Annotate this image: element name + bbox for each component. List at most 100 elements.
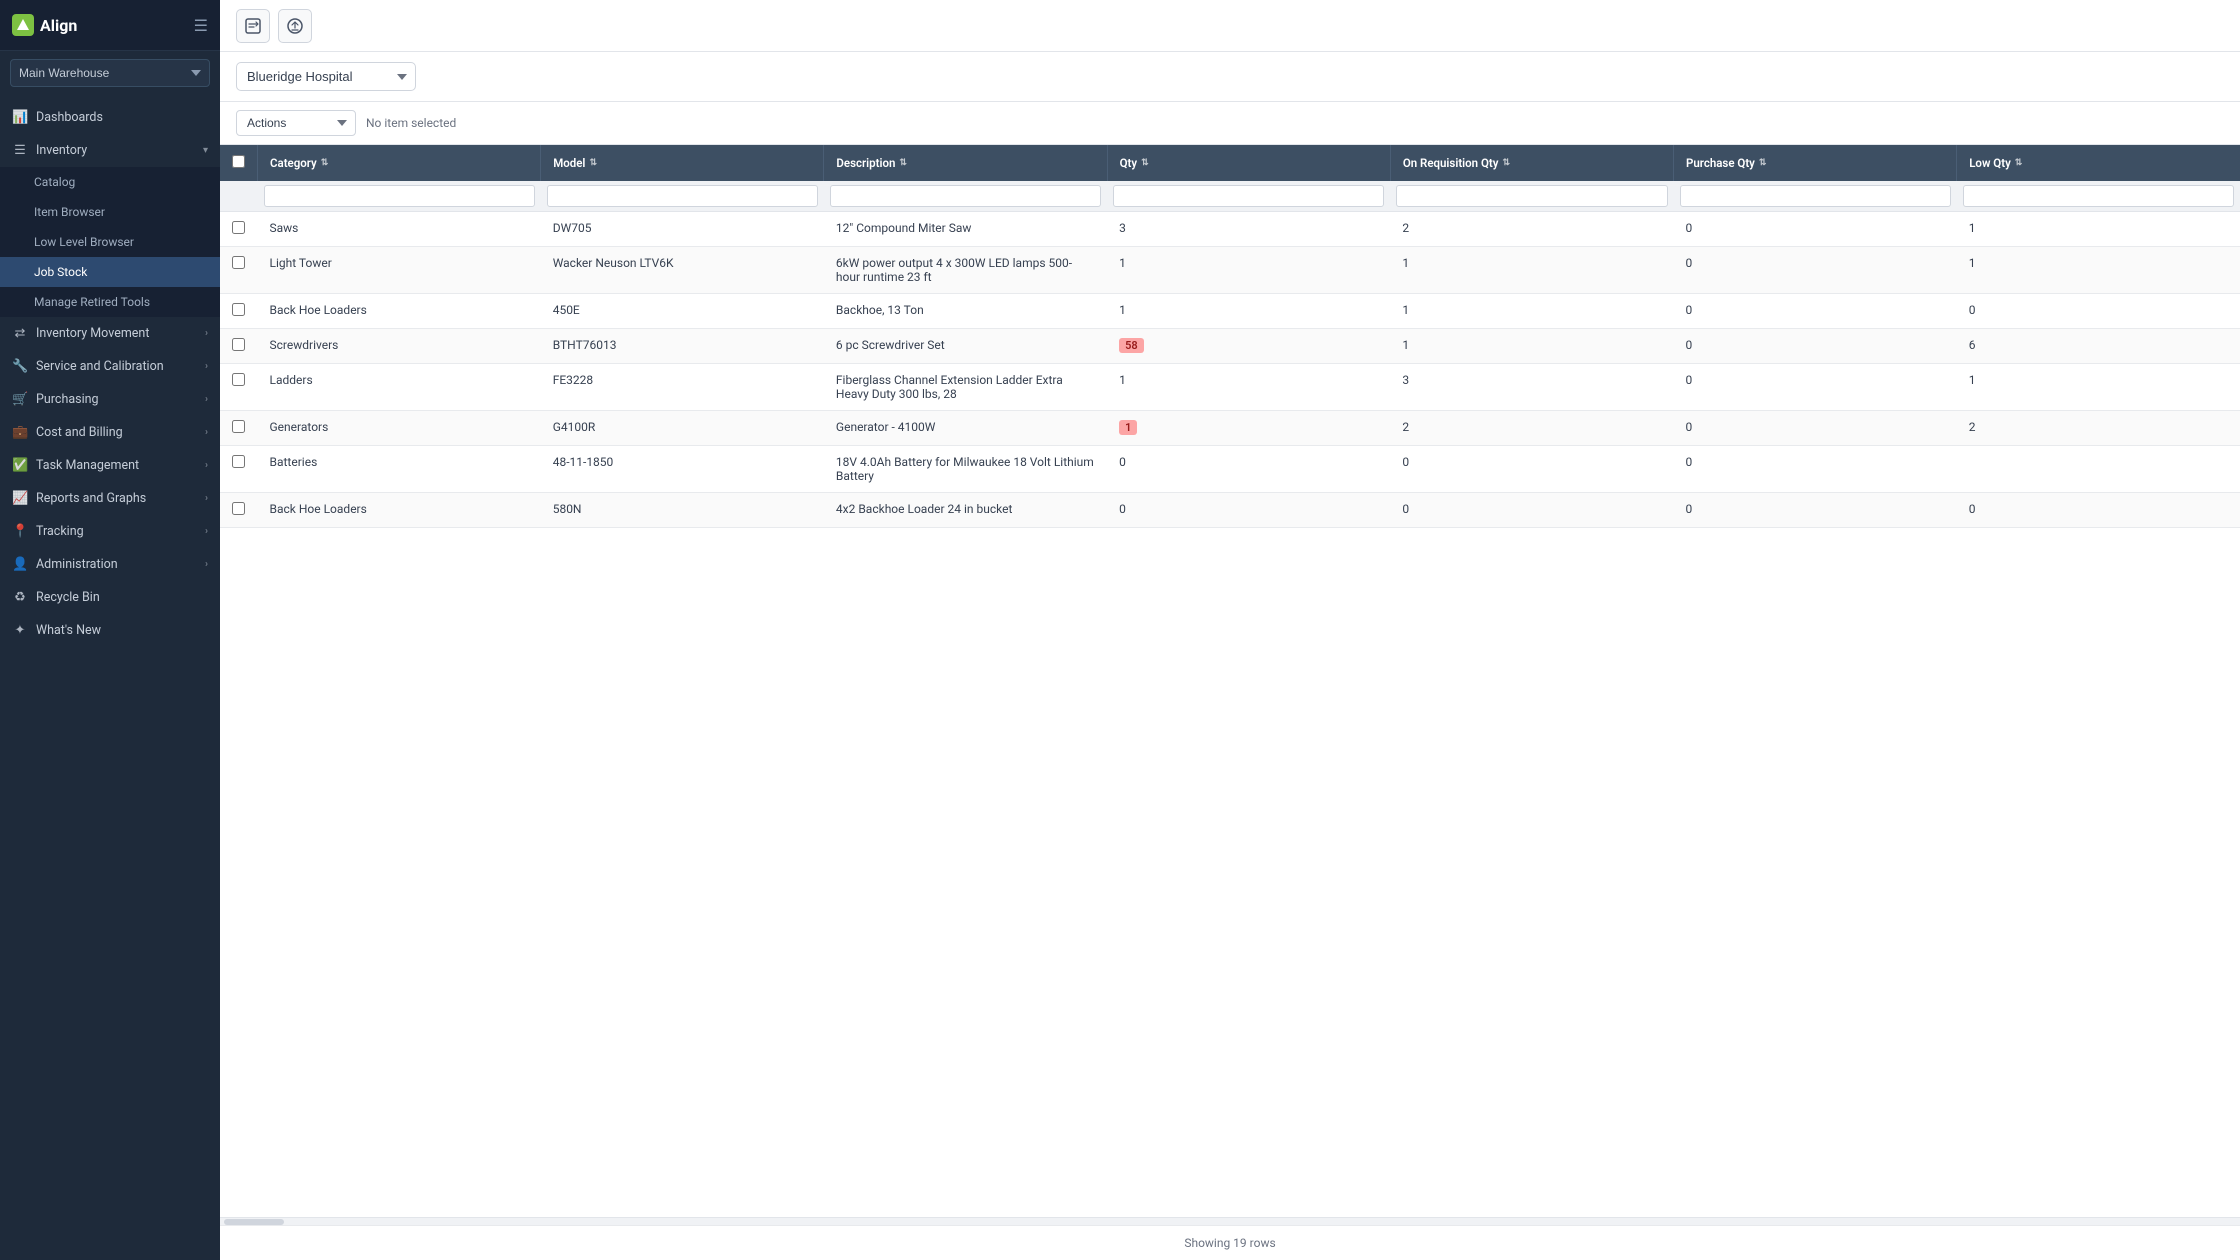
row-checkbox[interactable] <box>232 303 245 316</box>
row-qty: 3 <box>1107 212 1390 247</box>
sidebar-item-administration[interactable]: 👤 Administration › <box>0 548 220 581</box>
logo-icon <box>12 14 34 36</box>
inventory-icon: ☰ <box>12 143 28 158</box>
top-toolbar <box>220 0 2240 52</box>
row-purchase-qty: 0 <box>1674 329 1957 364</box>
on-req-qty-col-label: On Requisition Qty <box>1403 156 1499 170</box>
low-qty-sort-icon: ⇅ <box>2015 158 2023 168</box>
row-checkbox[interactable] <box>232 221 245 234</box>
cost-billing-icon: 💼 <box>12 425 28 440</box>
row-checkbox[interactable] <box>232 373 245 386</box>
sidebar-item-task-management[interactable]: ✅ Task Management › <box>0 449 220 482</box>
qty-value: 1 <box>1119 373 1126 387</box>
filter-model-cell[interactable] <box>541 181 824 212</box>
row-description: 6kW power output 4 x 300W LED lamps 500-… <box>824 247 1107 294</box>
row-description: 4x2 Backhoe Loader 24 in bucket <box>824 493 1107 528</box>
row-description: Backhoe, 13 Ton <box>824 294 1107 329</box>
filter-qty-cell[interactable] <box>1107 181 1390 212</box>
actions-select[interactable]: Actions <box>236 110 356 136</box>
sidebar-item-catalog[interactable]: Catalog <box>0 167 220 197</box>
row-checkbox-cell[interactable] <box>220 212 258 247</box>
row-checkbox[interactable] <box>232 420 245 433</box>
category-col-label: Category <box>270 156 317 170</box>
reports-icon: 📈 <box>12 491 28 506</box>
location-select[interactable]: Blueridge Hospital <box>236 62 416 91</box>
row-purchase-qty: 0 <box>1674 493 1957 528</box>
sidebar-item-purchasing[interactable]: 🛒 Purchasing › <box>0 383 220 416</box>
filter-purchase-input[interactable] <box>1680 185 1951 207</box>
table-body: Saws DW705 12" Compound Miter Saw 3 2 0 … <box>220 212 2240 528</box>
select-all-checkbox[interactable] <box>232 155 245 168</box>
th-description[interactable]: Description ⇅ <box>824 145 1107 181</box>
hamburger-icon[interactable]: ☰ <box>194 16 208 35</box>
horizontal-scrollbar[interactable] <box>220 1217 2240 1225</box>
sidebar-item-service-calibration[interactable]: 🔧 Service and Calibration › <box>0 350 220 383</box>
row-model: 48-11-1850 <box>541 446 824 493</box>
row-low-qty: 1 <box>1957 364 2240 411</box>
filter-category-cell[interactable] <box>258 181 541 212</box>
row-checkbox[interactable] <box>232 455 245 468</box>
row-low-qty: 1 <box>1957 247 2240 294</box>
qty-col-label: Qty <box>1120 156 1138 170</box>
sidebar-item-recycle-bin[interactable]: ♻ Recycle Bin <box>0 581 220 614</box>
th-on-req-qty[interactable]: On Requisition Qty ⇅ <box>1390 145 1673 181</box>
export-btn[interactable] <box>236 9 270 43</box>
filter-category-input[interactable] <box>264 185 535 207</box>
filter-on-req-cell[interactable] <box>1390 181 1673 212</box>
purchase-qty-col-label: Purchase Qty <box>1686 156 1755 170</box>
sidebar-item-low-level-browser[interactable]: Low Level Browser <box>0 227 220 257</box>
row-category: Back Hoe Loaders <box>258 493 541 528</box>
row-model: BTHT76013 <box>541 329 824 364</box>
service-icon: 🔧 <box>12 359 28 374</box>
row-checkbox-cell[interactable] <box>220 446 258 493</box>
row-checkbox-cell[interactable] <box>220 329 258 364</box>
filter-low-qty-input[interactable] <box>1963 185 2234 207</box>
category-sort-icon: ⇅ <box>321 158 329 168</box>
tracking-label: Tracking <box>36 524 84 539</box>
sidebar-nav: 📊 Dashboards ☰ Inventory ▾ Catalog Item … <box>0 95 220 1260</box>
service-chevron: › <box>205 361 208 372</box>
row-checkbox[interactable] <box>232 256 245 269</box>
filter-model-input[interactable] <box>547 185 818 207</box>
upload-btn[interactable] <box>278 9 312 43</box>
row-checkbox-cell[interactable] <box>220 493 258 528</box>
filter-qty-input[interactable] <box>1113 185 1384 207</box>
row-description: Generator - 4100W <box>824 411 1107 446</box>
select-all-header[interactable] <box>220 145 258 181</box>
sidebar-item-whats-new[interactable]: ✦ What's New <box>0 614 220 647</box>
filter-purchase-cell[interactable] <box>1674 181 1957 212</box>
row-checkbox-cell[interactable] <box>220 247 258 294</box>
filter-description-input[interactable] <box>830 185 1101 207</box>
row-low-qty: 6 <box>1957 329 2240 364</box>
row-on-req-qty: 1 <box>1390 294 1673 329</box>
th-model[interactable]: Model ⇅ <box>541 145 824 181</box>
row-model: FE3228 <box>541 364 824 411</box>
table-row: Batteries 48-11-1850 18V 4.0Ah Battery f… <box>220 446 2240 493</box>
sidebar-item-dashboards[interactable]: 📊 Dashboards <box>0 101 220 134</box>
sidebar-item-item-browser[interactable]: Item Browser <box>0 197 220 227</box>
th-qty[interactable]: Qty ⇅ <box>1107 145 1390 181</box>
sidebar-item-manage-retired-tools[interactable]: Manage Retired Tools <box>0 287 220 317</box>
row-checkbox-cell[interactable] <box>220 294 258 329</box>
sidebar-item-tracking[interactable]: 📍 Tracking › <box>0 515 220 548</box>
filter-description-cell[interactable] <box>824 181 1107 212</box>
filter-low-qty-cell[interactable] <box>1957 181 2240 212</box>
warehouse-select[interactable]: Main Warehouse <box>10 59 210 87</box>
sidebar-item-cost-billing[interactable]: 💼 Cost and Billing › <box>0 416 220 449</box>
th-low-qty[interactable]: Low Qty ⇅ <box>1957 145 2240 181</box>
row-checkbox-cell[interactable] <box>220 364 258 411</box>
sidebar-item-reports-graphs[interactable]: 📈 Reports and Graphs › <box>0 482 220 515</box>
sidebar-header: Align ☰ <box>0 0 220 51</box>
th-category[interactable]: Category ⇅ <box>258 145 541 181</box>
row-category: Back Hoe Loaders <box>258 294 541 329</box>
row-checkbox[interactable] <box>232 502 245 515</box>
sidebar-item-inventory-movement[interactable]: ⇄ Inventory Movement › <box>0 317 220 350</box>
scrollbar-thumb[interactable] <box>224 1219 284 1225</box>
row-low-qty: 2 <box>1957 411 2240 446</box>
sidebar-item-job-stock[interactable]: Job Stock <box>0 257 220 287</box>
sidebar-item-inventory[interactable]: ☰ Inventory ▾ <box>0 134 220 167</box>
filter-on-req-input[interactable] <box>1396 185 1667 207</box>
th-purchase-qty[interactable]: Purchase Qty ⇅ <box>1674 145 1957 181</box>
row-checkbox[interactable] <box>232 338 245 351</box>
row-checkbox-cell[interactable] <box>220 411 258 446</box>
